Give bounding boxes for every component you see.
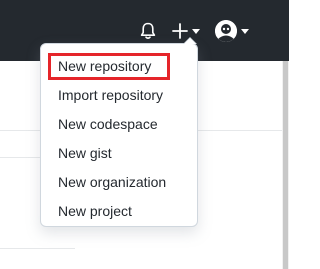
menu-item-new-codespace[interactable]: New codespace (41, 110, 197, 139)
divider (0, 157, 40, 158)
avatar-icon (215, 20, 237, 42)
dropdown-list: New repository Import repository New cod… (41, 52, 197, 226)
menu-item-new-organization[interactable]: New organization (41, 168, 197, 197)
menu-item-new-gist[interactable]: New gist (41, 139, 197, 168)
scrollbar-thumb[interactable] (283, 61, 288, 269)
notifications-button[interactable] (137, 20, 159, 42)
page: New repository Import repository New cod… (0, 0, 289, 269)
chevron-down-icon (192, 29, 200, 34)
user-menu-button[interactable] (212, 17, 252, 45)
divider (0, 130, 40, 131)
dropdown-caret-fill (184, 38, 196, 44)
scrollbar[interactable] (282, 61, 289, 269)
menu-item-import-repository[interactable]: Import repository (41, 81, 197, 110)
chevron-down-icon (241, 29, 249, 34)
menu-item-new-project[interactable]: New project (41, 197, 197, 226)
bell-icon (140, 22, 156, 39)
divider (0, 248, 75, 249)
divider (198, 130, 282, 131)
create-new-dropdown: New repository Import repository New cod… (40, 37, 198, 227)
menu-item-new-repository[interactable]: New repository (41, 52, 197, 81)
